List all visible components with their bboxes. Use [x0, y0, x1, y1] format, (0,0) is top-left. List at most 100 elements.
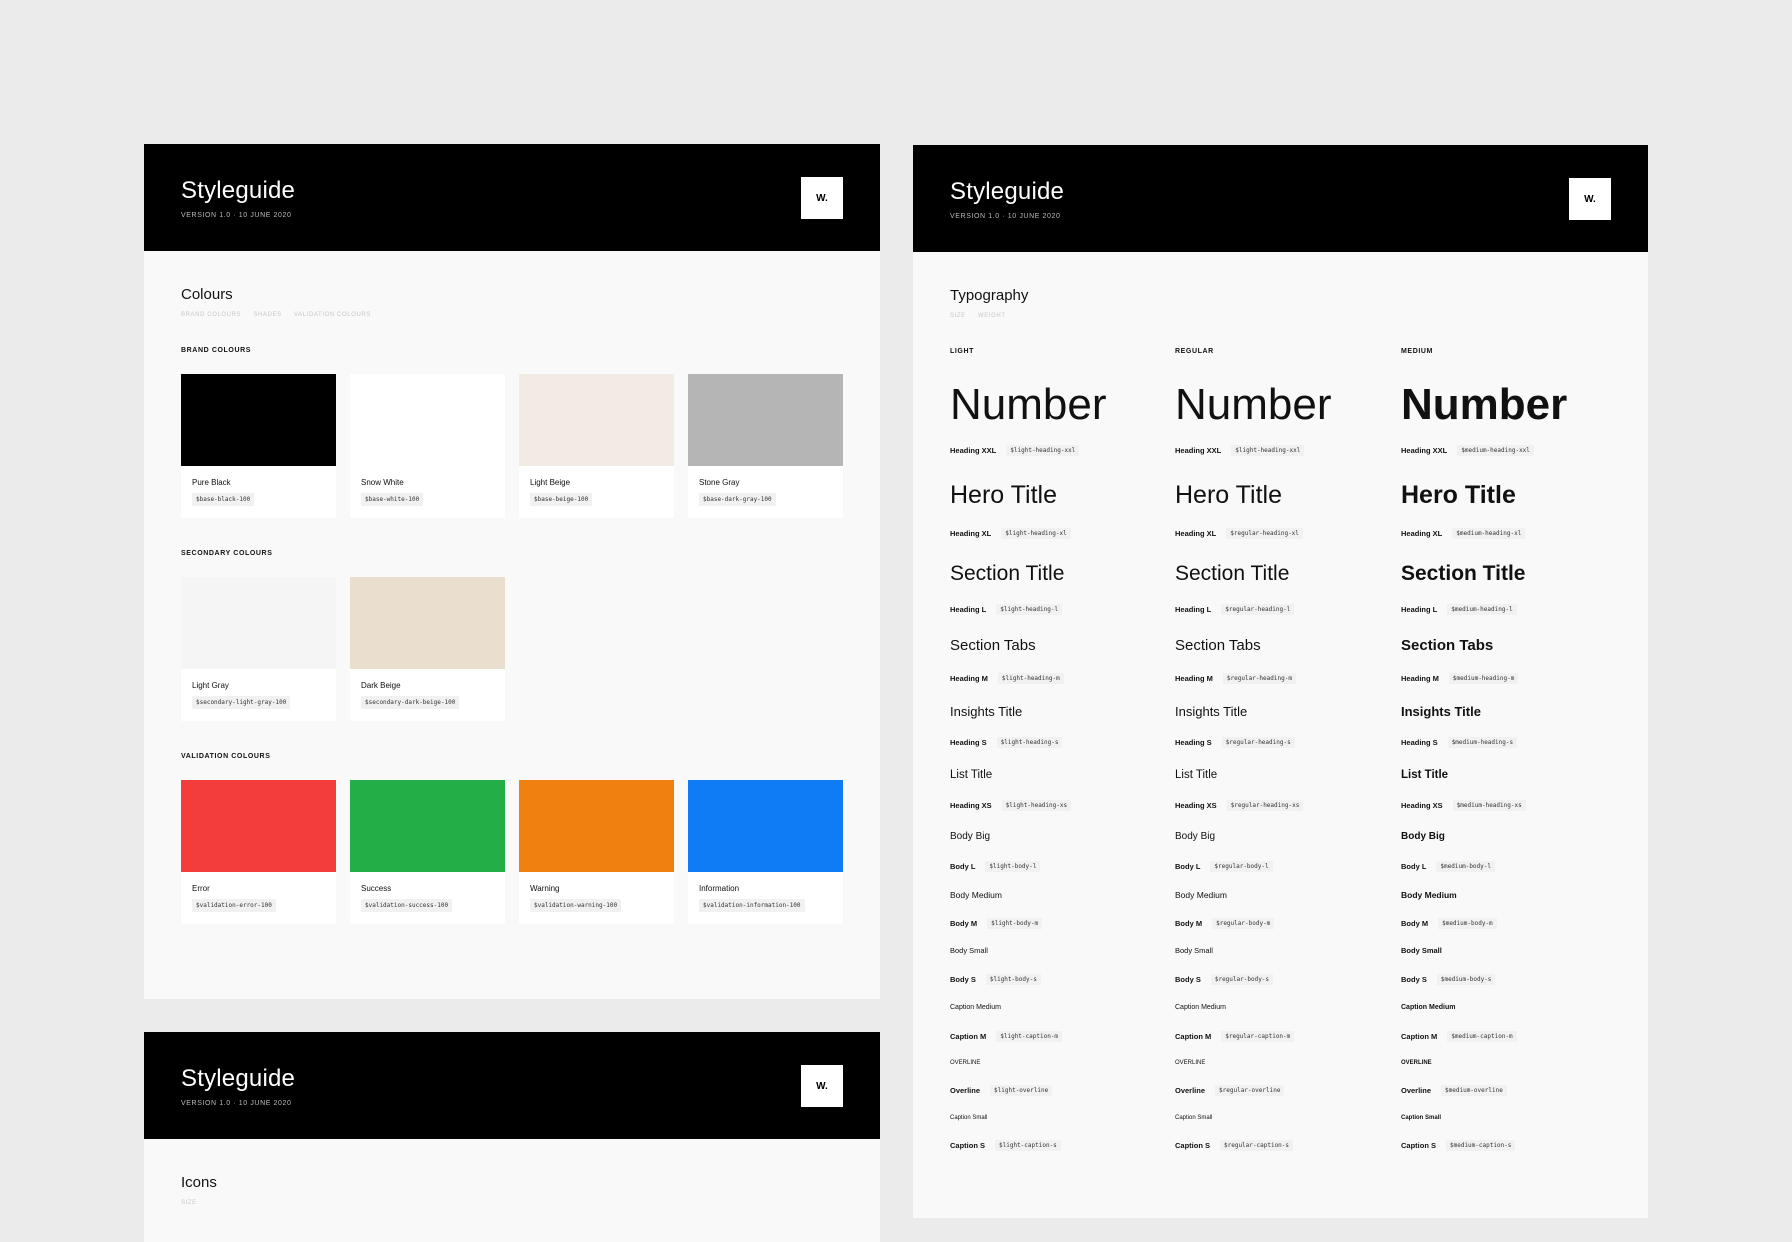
type-token: $light-body-s	[985, 974, 1041, 985]
type-sample: Body Small	[950, 946, 988, 955]
type-meta: Body L $regular-body-l	[1175, 861, 1273, 872]
type-token: $regular-heading-xl	[1226, 528, 1303, 539]
colour-name: Light Gray	[192, 681, 229, 690]
type-style-name: Body M	[1401, 919, 1429, 928]
type-style-name: Heading S	[1401, 738, 1438, 747]
type-meta: Body M $light-body-m	[950, 918, 1043, 929]
colour-card[interactable]: Light Gray $secondary-light-gray-100	[181, 577, 336, 721]
type-sample: Body Medium	[950, 890, 1002, 900]
colour-swatch	[350, 780, 505, 872]
type-sample: Body Big	[1401, 831, 1445, 842]
column-label: REGULAR	[1175, 348, 1214, 355]
colour-swatch	[181, 780, 336, 872]
colour-swatch	[688, 780, 843, 872]
colour-card[interactable]: Information $validation-information-100	[688, 780, 843, 924]
tab-shades[interactable]: SHADES	[253, 312, 281, 318]
type-meta: Caption S $regular-caption-s	[1175, 1140, 1294, 1151]
type-style-name: Overline	[1175, 1086, 1206, 1095]
tab-size[interactable]: SIZE	[950, 313, 966, 319]
type-token: $medium-caption-s	[1446, 1140, 1516, 1151]
type-sample: List Title	[950, 769, 993, 781]
colour-card[interactable]: Pure Black $base-black-100	[181, 374, 336, 518]
colour-swatch	[688, 374, 843, 466]
type-sample: Section Tabs	[1175, 637, 1261, 654]
type-meta: Heading XS $medium-heading-xs	[1401, 800, 1526, 811]
colour-card[interactable]: Dark Beige $secondary-dark-beige-100	[350, 577, 505, 721]
type-meta: Heading M $medium-heading-m	[1401, 673, 1519, 684]
type-style-name: Heading XXL	[1175, 446, 1222, 455]
colour-card[interactable]: Warning $validation-warning-100	[519, 780, 674, 924]
type-sample: Insights Title	[950, 704, 1023, 719]
type-meta: Heading M $light-heading-m	[950, 673, 1064, 684]
tab-size[interactable]: SIZE	[181, 1200, 197, 1206]
tab-validation-colours[interactable]: VALIDATION COLOURS	[294, 312, 371, 318]
type-token: $regular-heading-m	[1222, 673, 1296, 684]
type-token: $medium-body-l	[1436, 861, 1495, 872]
type-style-name: Heading XS	[950, 801, 992, 810]
section-title: Icons	[181, 1174, 217, 1191]
type-meta: Heading XL $regular-heading-xl	[1175, 528, 1303, 539]
type-sample: Body Small	[1401, 946, 1442, 955]
type-sample: Section Title	[1175, 562, 1290, 585]
type-meta: Heading XL $medium-heading-xl	[1401, 528, 1526, 539]
header-version: VERSION 1.0 · 10 JUNE 2020	[950, 213, 1061, 220]
type-meta: Body S $medium-body-s	[1401, 974, 1496, 985]
type-sample: Insights Title	[1175, 704, 1248, 719]
type-style-name: Body S	[1401, 975, 1427, 984]
colour-card[interactable]: Light Beige $base-beige-100	[519, 374, 674, 518]
type-sample: Hero Title	[1175, 481, 1282, 509]
type-sample: Number	[1175, 380, 1332, 429]
type-style-name: Caption M	[1175, 1032, 1212, 1041]
type-meta: Heading L $light-heading-l	[950, 604, 1063, 615]
type-style-name: Heading S	[1175, 738, 1212, 747]
logo: W.	[1569, 178, 1611, 220]
header-version: VERSION 1.0 · 10 JUNE 2020	[181, 212, 292, 219]
type-token: $light-caption-m	[996, 1031, 1063, 1042]
colour-swatch	[181, 577, 336, 669]
type-style-name: Heading S	[950, 738, 987, 747]
type-token: $medium-heading-xl	[1452, 528, 1526, 539]
typography-tabs: SIZE WEIGHT	[950, 313, 1016, 319]
colour-card[interactable]: Stone Gray $base-dark-gray-100	[688, 374, 843, 518]
type-style-name: Body L	[1401, 862, 1427, 871]
type-sample: Section Tabs	[950, 637, 1036, 654]
type-token: $light-heading-xs	[1001, 800, 1072, 811]
tab-brand-colours[interactable]: BRAND COLOURS	[181, 312, 241, 318]
type-sample: Caption Small	[1175, 1115, 1213, 1121]
colour-token: $base-white-100	[361, 493, 424, 506]
type-style-name: Heading L	[1401, 605, 1438, 614]
header-title: Styleguide	[181, 1065, 296, 1092]
panel-header: Styleguide VERSION 1.0 · 10 JUNE 2020 W.	[913, 145, 1648, 252]
section-title: Colours	[181, 286, 233, 303]
colour-name: Information	[699, 884, 740, 893]
tab-weight[interactable]: WEIGHT	[978, 313, 1006, 319]
type-token: $light-heading-s	[996, 737, 1063, 748]
type-meta: Heading XXL $light-heading-xxl	[950, 445, 1080, 456]
colour-card[interactable]: Success $validation-success-100	[350, 780, 505, 924]
type-style-name: Heading XXL	[1401, 446, 1448, 455]
type-token: $light-heading-l	[996, 604, 1063, 615]
type-token: $medium-body-s	[1436, 974, 1496, 985]
type-meta: Caption S $light-caption-s	[950, 1140, 1061, 1151]
panel-header: Styleguide VERSION 1.0 · 10 JUNE 2020 W.	[144, 144, 880, 251]
type-style-name: Body M	[950, 919, 978, 928]
header-version: VERSION 1.0 · 10 JUNE 2020	[181, 1100, 292, 1107]
colour-card[interactable]: Error $validation-error-100	[181, 780, 336, 924]
colour-token: $secondary-light-gray-100	[192, 696, 291, 709]
type-sample: Hero Title	[950, 481, 1057, 509]
type-style-name: Heading XL	[1401, 529, 1443, 538]
type-sample: Body Big	[1175, 831, 1216, 842]
type-token: $light-heading-xxl	[1006, 445, 1080, 456]
type-meta: Heading L $medium-heading-l	[1401, 604, 1517, 615]
type-meta: Body M $regular-body-m	[1175, 918, 1275, 929]
type-token: $light-body-m	[987, 918, 1043, 929]
colour-token: $validation-warning-100	[530, 899, 622, 912]
colour-token: $base-beige-100	[530, 493, 593, 506]
type-meta: Heading S $medium-heading-s	[1401, 737, 1518, 748]
type-token: $light-overline	[990, 1085, 1053, 1096]
type-meta: Heading S $regular-heading-s	[1175, 737, 1295, 748]
type-style-name: Caption S	[950, 1141, 985, 1150]
type-style-name: Heading XS	[1401, 801, 1443, 810]
type-sample: Body Small	[1175, 946, 1213, 955]
colour-card[interactable]: Snow White $base-white-100	[350, 374, 505, 518]
